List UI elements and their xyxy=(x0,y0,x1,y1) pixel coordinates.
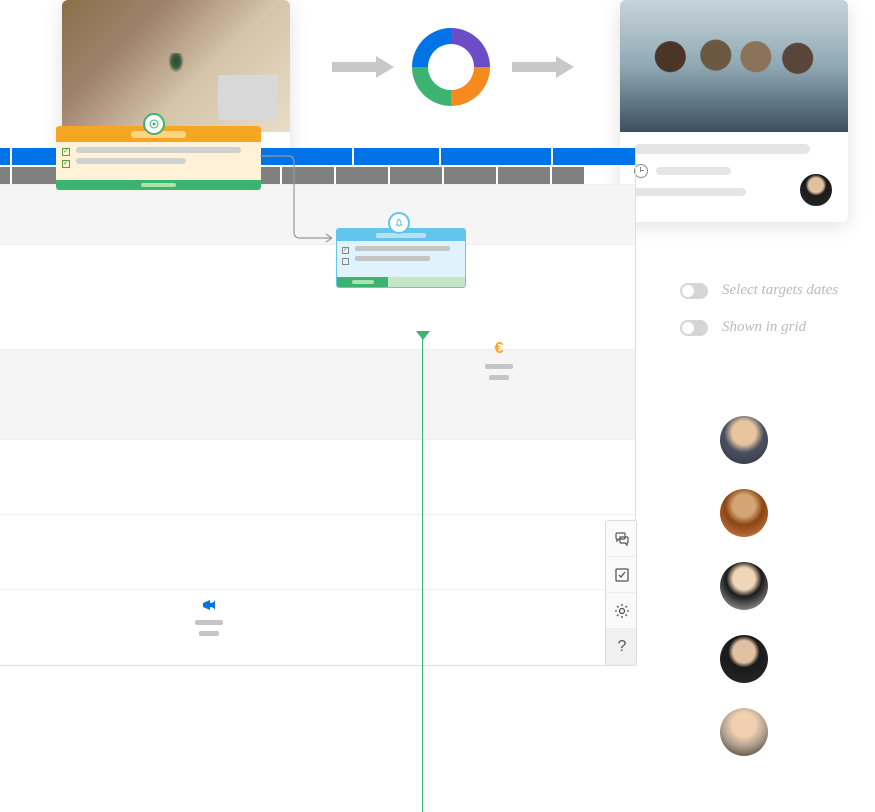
checklist-item-icon[interactable] xyxy=(62,160,70,168)
avatar[interactable] xyxy=(720,708,768,756)
arrow-right-icon xyxy=(332,56,394,78)
placeholder-line xyxy=(195,620,223,625)
checklist-item-icon[interactable] xyxy=(342,258,349,265)
avatar[interactable] xyxy=(720,416,768,464)
placeholder-line xyxy=(485,364,513,369)
avatar[interactable] xyxy=(720,635,768,683)
placeholder-line xyxy=(355,256,430,261)
timeline-row[interactable] xyxy=(0,349,635,439)
placeholder-line xyxy=(355,246,450,251)
timeline-row[interactable] xyxy=(0,184,635,244)
placeholder-line xyxy=(199,631,219,636)
side-toolbar: ? xyxy=(605,520,637,666)
project-image-people xyxy=(620,0,848,132)
checkbox-button[interactable] xyxy=(606,557,637,593)
help-button[interactable]: ? xyxy=(606,629,637,665)
today-marker-line xyxy=(422,332,423,812)
toggle-row: Select targets dates xyxy=(680,282,838,299)
gantt-timeline[interactable]: € xyxy=(0,148,636,666)
toggle-label: Select targets dates xyxy=(722,282,838,299)
checklist-item-icon[interactable] xyxy=(342,247,349,254)
rocket-icon xyxy=(388,212,410,234)
toggle-switch[interactable] xyxy=(680,283,708,299)
megaphone-icon xyxy=(200,596,218,614)
arrow-right-icon xyxy=(512,56,574,78)
placeholder-line xyxy=(76,147,241,153)
placeholder-line xyxy=(76,158,186,164)
placeholder-date xyxy=(656,167,731,175)
project-image-office xyxy=(62,0,290,132)
timeline-row[interactable] xyxy=(0,514,635,589)
milestone-euro[interactable]: € xyxy=(485,340,513,380)
toggle-switch[interactable] xyxy=(680,320,708,336)
display-options-panel: Select targets dates Shown in grid xyxy=(680,282,838,356)
placeholder-line xyxy=(489,375,509,380)
avatar[interactable] xyxy=(720,562,768,610)
placeholder-desc xyxy=(634,188,746,196)
team-avatars xyxy=(720,416,768,756)
card-body xyxy=(620,132,848,222)
placeholder-title xyxy=(634,144,810,154)
task-card-blue[interactable] xyxy=(336,228,466,288)
euro-icon: € xyxy=(490,340,508,358)
toggle-row: Shown in grid xyxy=(680,319,838,336)
task-progress-bar xyxy=(337,277,465,287)
toggle-label: Shown in grid xyxy=(722,319,806,336)
timeline-row[interactable] xyxy=(0,439,635,514)
chat-button[interactable] xyxy=(606,521,637,557)
milestone-launch[interactable] xyxy=(388,212,410,234)
target-icon xyxy=(143,113,165,135)
settings-button[interactable] xyxy=(606,593,637,629)
donut-chart-icon xyxy=(408,24,494,110)
timeline-row[interactable] xyxy=(0,244,635,349)
task-progress-bar xyxy=(56,180,261,190)
timeline-row[interactable] xyxy=(0,589,635,665)
project-card-right[interactable] xyxy=(620,0,848,222)
checklist-item-icon[interactable] xyxy=(62,148,70,156)
milestone-target[interactable] xyxy=(143,113,165,135)
avatar[interactable] xyxy=(720,489,768,537)
milestone-announcement[interactable] xyxy=(195,596,223,636)
clock-icon xyxy=(634,164,648,178)
task-card-orange[interactable] xyxy=(56,126,261,190)
avatar[interactable] xyxy=(798,172,834,208)
